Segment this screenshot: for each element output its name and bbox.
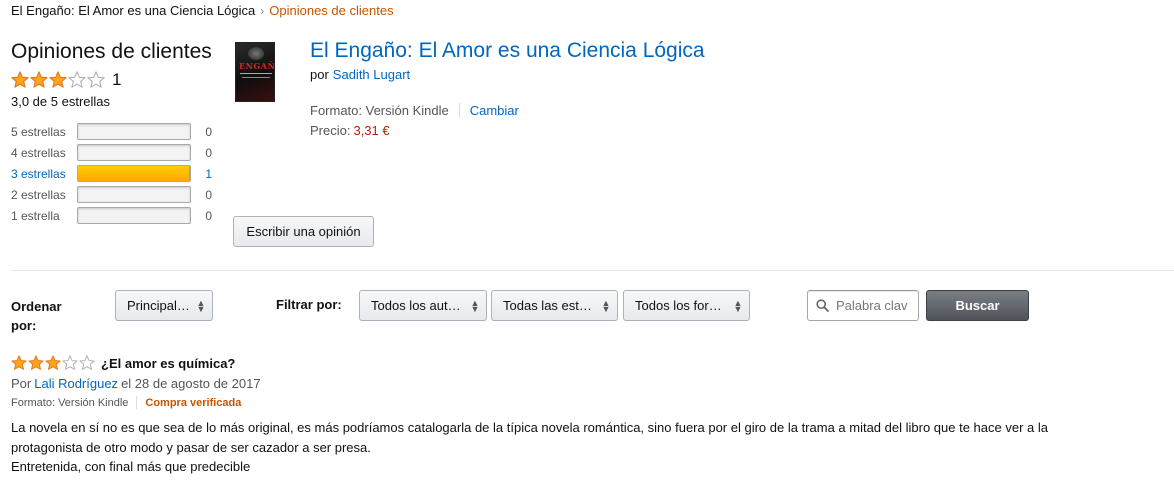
sort-arrows-icon: ▲ ▼ — [601, 297, 611, 314]
review-meta: Formato: Versión Kindle Compra verificad… — [11, 396, 1071, 409]
reviewer-filter-value: Todos los aut… — [371, 298, 461, 313]
star-empty-icon — [62, 355, 78, 370]
format-label: Formato: Versión Kindle — [310, 103, 449, 118]
meta-divider — [136, 396, 138, 409]
star-filter-value: Todas las est… — [503, 298, 592, 313]
page-title: Opiniones de clientes — [11, 40, 212, 63]
cover-title-text: ENGAÑO — [239, 61, 275, 71]
review-date: el 28 de agosto de 2017 — [121, 376, 261, 391]
star-filled-icon — [30, 71, 48, 88]
star-filled-icon — [28, 355, 44, 370]
review-rating-stars[interactable] — [11, 355, 95, 371]
histogram-count: 0 — [205, 187, 212, 202]
sort-dropdown[interactable]: Principales ▲ ▼ — [115, 290, 213, 321]
review-body: La novela en sí no es que sea de lo más … — [11, 418, 1056, 477]
histogram-star-label: 2 estrellas — [11, 187, 66, 202]
review-by-prefix: Por — [11, 376, 32, 391]
format-divider — [458, 103, 460, 118]
average-rating-stars[interactable] — [11, 71, 105, 89]
sort-label: Ordenar por: — [11, 299, 62, 333]
keyword-search-input[interactable] — [836, 298, 922, 313]
breadcrumb: El Engaño: El Amor es una Ciencia Lógica… — [11, 3, 394, 18]
star-empty-icon — [68, 71, 86, 88]
histogram-bar — [77, 123, 191, 140]
sort-dropdown-value: Principales — [127, 298, 190, 313]
section-divider — [11, 270, 1174, 271]
cover-face-graphic — [248, 47, 264, 60]
format-line: Formato: Versión Kindle Cambiar — [310, 103, 705, 118]
average-rating-text: 3,0 de 5 estrellas — [11, 94, 111, 109]
histogram-star-label[interactable]: 3 estrellas — [11, 167, 77, 181]
price-value: 3,31 € — [353, 123, 390, 138]
cover-rule — [242, 77, 270, 78]
total-ratings-count[interactable]: 1 — [112, 70, 121, 90]
histogram-star-label: 4 estrellas — [11, 145, 66, 160]
average-rating-row: 1 — [11, 70, 221, 90]
format-filter-value: Todos los for… — [635, 298, 722, 313]
change-format-link[interactable]: Cambiar — [470, 103, 519, 118]
rating-histogram: 5 estrellas 0 4 estrellas 0 3 estrellas 1 2 es… — [11, 121, 221, 226]
price-label: Precio: — [310, 123, 351, 138]
histogram-count: 0 — [205, 208, 212, 223]
star-empty-icon — [87, 71, 105, 88]
product-byline: por Sadith Lugart — [310, 67, 705, 82]
histogram-bar — [77, 144, 191, 161]
keyword-search-field[interactable] — [807, 290, 922, 321]
star-filter-dropdown[interactable]: Todas las est… ▲ ▼ — [491, 290, 618, 321]
review-header: ¿El amor es química? — [11, 355, 1071, 371]
price-line: Precio: 3,31 € — [310, 123, 705, 138]
filter-label: Filtrar por: — [276, 297, 342, 312]
product-info: El Engaño: El Amor es una Ciencia Lógica… — [310, 38, 705, 138]
histogram-bar[interactable] — [77, 165, 191, 182]
histogram-row: 1 estrella 0 — [11, 205, 221, 226]
histogram-bar — [77, 207, 191, 224]
histogram-row[interactable]: 3 estrellas 1 — [11, 163, 221, 184]
histogram-bar — [77, 186, 191, 203]
histogram-row: 4 estrellas 0 — [11, 142, 221, 163]
review-title-link[interactable]: ¿El amor es química? — [101, 356, 235, 371]
write-review-button[interactable]: Escribir una opinión — [233, 216, 374, 247]
histogram-bar-fill — [78, 166, 190, 181]
ratings-summary: Opiniones de clientes 1 3,0 de 5 estrell… — [11, 38, 221, 226]
histogram-count: 0 — [205, 145, 212, 160]
book-cover-image[interactable]: ENGAÑO — [235, 42, 275, 102]
star-filled-icon — [11, 355, 27, 370]
histogram-row: 2 estrellas 0 — [11, 184, 221, 205]
histogram-row: 5 estrellas 0 — [11, 121, 221, 142]
review-item: ¿El amor es química? Por Lali Rodríguez el… — [11, 355, 1071, 477]
star-empty-icon — [79, 355, 95, 370]
histogram-count: 0 — [205, 124, 212, 139]
sort-arrows-icon: ▲ ▼ — [196, 297, 206, 314]
author-link[interactable]: Sadith Lugart — [333, 67, 410, 82]
product-title-link[interactable]: El Engaño: El Amor es una Ciencia Lógica — [310, 38, 705, 64]
by-label: por — [310, 67, 329, 82]
review-body-paragraph: La novela en sí no es que sea de lo más … — [11, 420, 1048, 455]
format-filter-dropdown[interactable]: Todos los for… ▲ ▼ — [623, 290, 750, 321]
sort-arrows-icon: ▲ ▼ — [470, 297, 480, 314]
breadcrumb-separator: › — [260, 4, 265, 18]
reviewer-name-link[interactable]: Lali Rodríguez — [34, 376, 118, 391]
review-byline: Por Lali Rodríguez el 28 de agosto de 2017 — [11, 376, 1071, 391]
sort-arrows-icon: ▲ ▼ — [733, 297, 743, 314]
verified-purchase-badge: Compra verificada — [145, 396, 242, 409]
star-filled-icon — [45, 355, 61, 370]
search-button[interactable]: Buscar — [926, 290, 1029, 321]
breadcrumb-book-link[interactable]: El Engaño: El Amor es una Ciencia Lógica — [11, 3, 255, 18]
histogram-star-label: 5 estrellas — [11, 124, 66, 139]
star-filled-icon — [11, 71, 29, 88]
star-filled-icon — [49, 71, 67, 88]
reviewer-filter-dropdown[interactable]: Todos los aut… ▲ ▼ — [359, 290, 487, 321]
histogram-count[interactable]: 1 — [192, 167, 212, 181]
breadcrumb-current-link[interactable]: Opiniones de clientes — [269, 3, 393, 18]
cover-rule — [240, 73, 272, 74]
review-body-paragraph: Entretenida, con final más que predecibl… — [11, 459, 251, 474]
review-format: Formato: Versión Kindle — [11, 396, 129, 409]
histogram-star-label: 1 estrella — [11, 208, 60, 223]
search-icon — [816, 299, 829, 312]
